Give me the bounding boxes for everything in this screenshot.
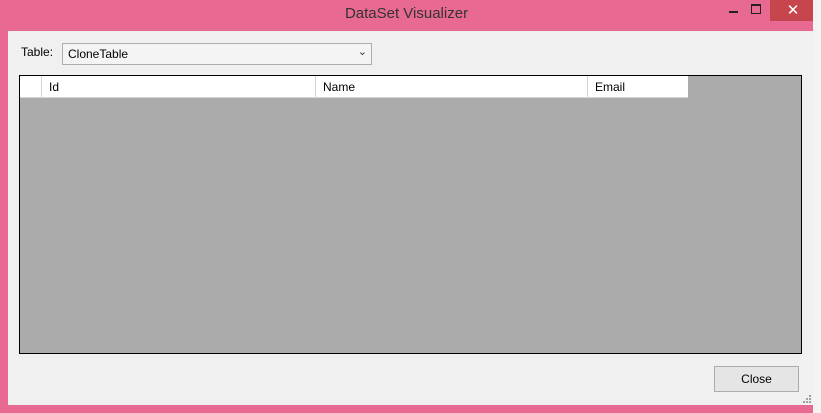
table-label: Table: [21, 45, 54, 59]
minimize-button[interactable] [723, 0, 745, 21]
close-button[interactable]: Close [714, 366, 799, 392]
chevron-down-icon: ⌄ [357, 45, 367, 58]
window-title: DataSet Visualizer [344, 5, 469, 22]
title-bar[interactable]: DataSet Visualizer ✕ [0, 0, 816, 30]
minimize-icon [729, 11, 738, 13]
maximize-button[interactable] [745, 0, 767, 21]
dataset-visualizer-window: DataSet Visualizer ✕ Table: CloneTable ⌄… [0, 0, 816, 413]
column-header-id[interactable]: Id [42, 76, 316, 98]
maximize-icon [751, 4, 761, 14]
close-icon: ✕ [786, 1, 800, 19]
close-window-button[interactable]: ✕ [770, 0, 816, 21]
resize-grip-icon[interactable] [801, 393, 811, 403]
column-header-name[interactable]: Name [316, 76, 588, 98]
data-grid[interactable]: Id Name Email [19, 75, 802, 354]
table-select-value: CloneTable [68, 47, 129, 61]
row-header-corner[interactable] [20, 76, 42, 98]
table-select[interactable]: CloneTable ⌄ [62, 43, 372, 65]
background-strip [813, 0, 821, 413]
dialog-client-area: Table: CloneTable ⌄ Id Name Email Close [8, 31, 813, 405]
grid-header: Id Name Email [20, 76, 688, 98]
column-header-email[interactable]: Email [588, 76, 688, 98]
